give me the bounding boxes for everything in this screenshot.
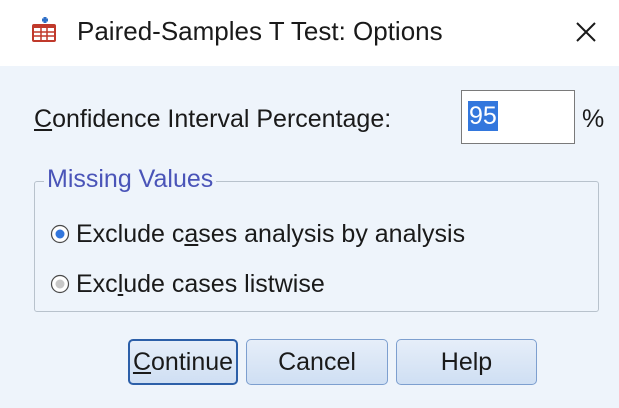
radio-selected-icon[interactable] xyxy=(50,224,70,244)
confidence-interval-label: Confidence Interval Percentage: xyxy=(34,104,391,134)
missing-values-legend: Missing Values xyxy=(44,164,217,194)
radio-exclude-listwise[interactable]: Exclude cases listwise xyxy=(50,269,325,299)
percent-sign: % xyxy=(582,105,605,133)
close-icon xyxy=(576,22,596,42)
continue-button[interactable]: Continue xyxy=(128,339,238,385)
radio-label-listwise: Exclude cases listwise xyxy=(76,270,325,298)
radio-label-analysis: Exclude cases analysis by analysis xyxy=(76,220,466,248)
spss-table-icon xyxy=(32,17,56,42)
window-title: Paired-Samples T Test: Options xyxy=(77,16,443,46)
title-bar: Paired-Samples T Test: Options xyxy=(0,0,619,66)
close-button[interactable] xyxy=(566,12,606,52)
confidence-interval-value: 95 xyxy=(468,101,498,131)
confidence-interval-input[interactable]: 95 xyxy=(461,90,575,144)
confidence-label-text: onfidence Interval Percentage: xyxy=(52,105,392,133)
radio-unselected-icon[interactable] xyxy=(50,274,70,294)
cancel-button[interactable]: Cancel xyxy=(246,339,388,385)
radio-exclude-analysis[interactable]: Exclude cases analysis by analysis xyxy=(50,219,465,249)
help-button[interactable]: Help xyxy=(396,339,537,385)
confidence-label-accel: C xyxy=(34,105,53,133)
